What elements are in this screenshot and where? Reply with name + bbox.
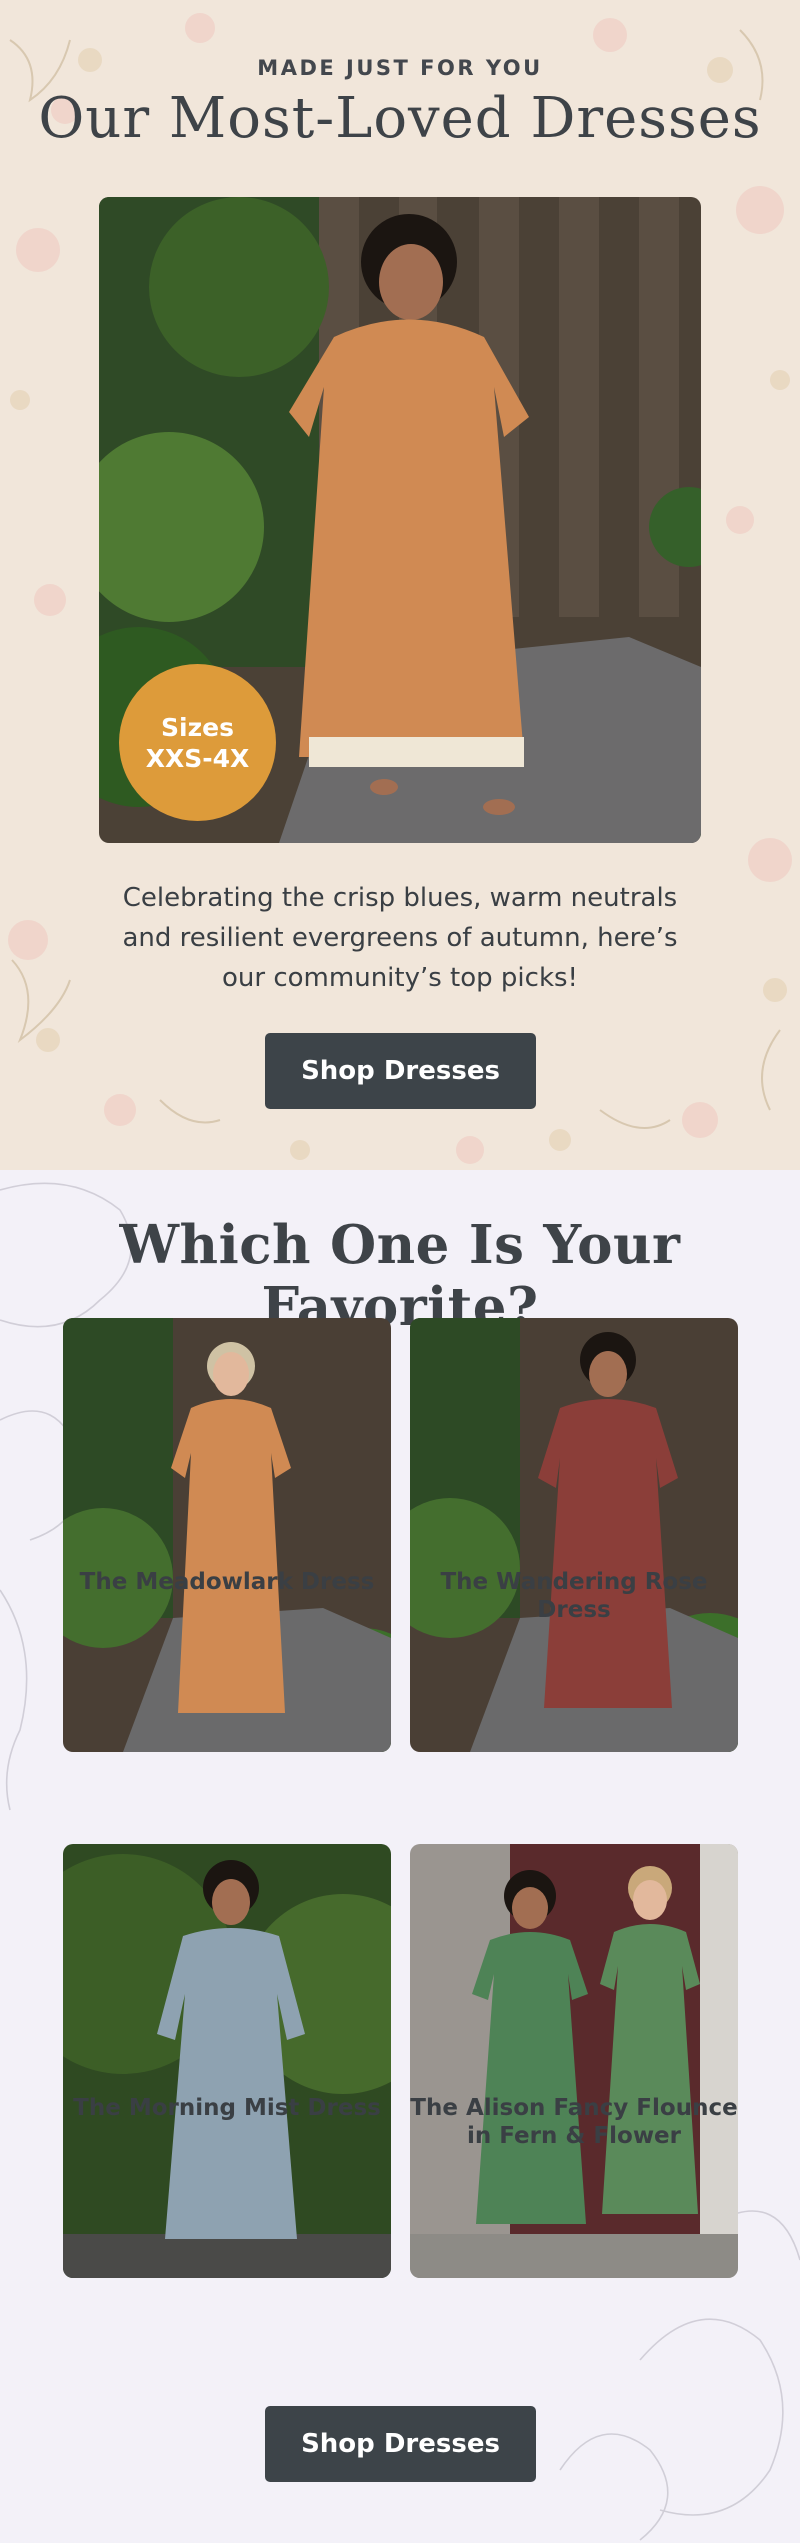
meadowlark-dress-label[interactable]: The Meadowlark Dress (57, 1568, 397, 1596)
morning-mist-dress-label[interactable]: The Morning Mist Dress (57, 2094, 397, 2122)
badge-line-2: XXS-4X (145, 743, 250, 773)
alison-fancy-flounce-label[interactable]: The Alison Fancy Flounce in Fern & Flowe… (404, 2094, 744, 2150)
shop-dresses-button[interactable]: Shop Dresses (265, 1033, 536, 1109)
badge-line-1: Sizes (161, 712, 234, 742)
morning-mist-dress-image[interactable] (63, 1844, 391, 2278)
meadowlark-dress-image[interactable] (63, 1318, 391, 1752)
hero-description: Celebrating the crisp blues, warm neutra… (122, 883, 678, 993)
hero-section: MADE JUST FOR YOU Our Most-Loved Dresses (0, 0, 800, 1170)
shop-dresses-button-bottom[interactable]: Shop Dresses (265, 2406, 536, 2482)
size-badge: Sizes XXS-4X (119, 664, 276, 821)
alison-fancy-flounce-image[interactable] (410, 1844, 738, 2278)
favorites-section: Which One Is Your Favorite? The Meadowla… (0, 1170, 800, 2543)
hero-title: Our Most-Loved Dresses (38, 86, 762, 151)
eyebrow-text: MADE JUST FOR YOU (257, 56, 543, 80)
wandering-rose-dress-label[interactable]: The Wandering Rose Dress (404, 1568, 744, 1624)
wandering-rose-dress-image[interactable] (410, 1318, 738, 1752)
